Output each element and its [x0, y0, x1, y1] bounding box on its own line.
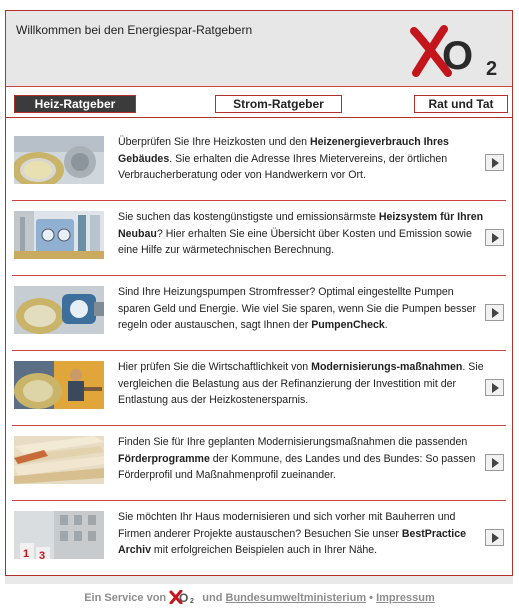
go-button[interactable]: [485, 379, 504, 396]
play-arrow-icon: [491, 382, 499, 393]
impressum-link[interactable]: Impressum: [376, 592, 435, 604]
item-description: Hier prüfen Sie die Wirtschaftlichkeit v…: [118, 361, 484, 406]
item-description: Überprüfen Sie Ihre Heizkosten und den H…: [118, 136, 449, 181]
go-button[interactable]: [485, 229, 504, 246]
list-item-foerderprogramme: Finden Sie für Ihre geplanten Modernisie…: [6, 426, 512, 501]
coin-pump-image: [14, 286, 104, 334]
tab-rat-und-tat[interactable]: Rat und Tat: [414, 95, 508, 113]
coin-thermostat-image: [14, 136, 104, 184]
item-description: Sind Ihre Heizungspumpen Stromfresser? O…: [118, 286, 477, 331]
item-description: Sie suchen das kostengünstigste und emis…: [118, 211, 484, 256]
play-arrow-icon: [491, 307, 499, 318]
mini-logo-sub-text: 2: [190, 598, 194, 604]
logo-sub-text: 2: [486, 58, 497, 79]
play-arrow-icon: [491, 532, 499, 543]
footer-separator: •: [369, 592, 374, 604]
header: Willkommen bei den Energiespar-Ratgebern…: [6, 11, 512, 87]
go-button[interactable]: [485, 154, 504, 171]
heating-system-image: [14, 211, 104, 259]
co2-mini-logo: O 2: [169, 590, 194, 604]
item-description: Finden Sie für Ihre geplanten Modernisie…: [118, 436, 476, 481]
play-arrow-icon: [491, 157, 499, 168]
tab-bar: Heiz-Ratgeber Strom-Ratgeber Rat und Tat: [6, 95, 512, 117]
building-podium-image: 1 3: [14, 511, 104, 559]
go-button[interactable]: [485, 454, 504, 471]
tab-divider: [6, 117, 512, 118]
list-item-heizsystem: Sie suchen das kostengünstigste und emis…: [6, 201, 512, 276]
podium-number-three: 3: [39, 550, 45, 559]
go-button[interactable]: [485, 529, 504, 546]
tab-strom-ratgeber[interactable]: Strom-Ratgeber: [215, 95, 342, 113]
mini-logo-o-text: O: [179, 591, 188, 604]
page-title: Willkommen bei den Energiespar-Ratgebern: [16, 23, 253, 37]
coin-worker-image: [14, 361, 104, 409]
go-button[interactable]: [485, 304, 504, 321]
item-description: Sie möchten Ihr Haus modernisieren und s…: [118, 511, 467, 556]
list-item-modernisierung: Hier prüfen Sie die Wirtschaftlichkeit v…: [6, 351, 512, 426]
tab-heiz-ratgeber[interactable]: Heiz-Ratgeber: [14, 95, 136, 113]
co2-logo: O 2: [410, 25, 497, 79]
play-arrow-icon: [491, 457, 499, 468]
ministry-link[interactable]: Bundesumweltministerium: [226, 592, 367, 604]
play-arrow-icon: [491, 232, 499, 243]
footer: Ein Service von O 2 und Bundesumweltmini…: [0, 590, 519, 604]
footer-bar: [5, 576, 513, 584]
main-frame: Willkommen bei den Energiespar-Ratgebern…: [5, 10, 513, 576]
list-item-bestpractice: 1 3 Sie möchten Ihr Haus modernisieren u…: [6, 501, 512, 576]
footer-prefix: Ein Service von: [84, 592, 167, 604]
documents-image: [14, 436, 104, 484]
podium-number-one: 1: [23, 548, 29, 559]
list-item-heizenergieverbrauch: Überprüfen Sie Ihre Heizkosten und den H…: [6, 126, 512, 201]
footer-and: und: [202, 592, 223, 604]
list-item-pumpencheck: Sind Ihre Heizungspumpen Stromfresser? O…: [6, 276, 512, 351]
